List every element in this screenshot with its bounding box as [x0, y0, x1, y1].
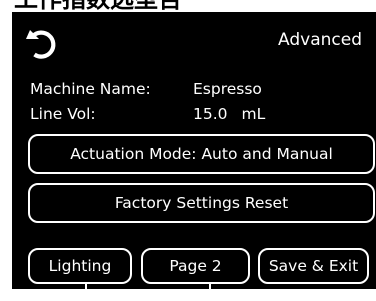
machine-name-row: Machine Name: Espresso	[30, 79, 262, 99]
device-screen: Advanced Machine Name: Espresso Line Vol:…	[12, 12, 376, 301]
back-button[interactable]	[22, 24, 62, 64]
line-vol-row: Line Vol: 15.0 mL	[30, 104, 265, 124]
lighting-label: Lighting	[48, 257, 112, 275]
page-2-button[interactable]: Page 2	[141, 248, 250, 284]
factory-settings-reset-label: Factory Settings Reset	[114, 194, 289, 212]
lighting-button[interactable]: Lighting	[28, 248, 132, 284]
machine-name-value: Espresso	[193, 80, 262, 98]
save-exit-button[interactable]: Save & Exit	[258, 248, 369, 284]
line-vol-unit: mL	[241, 105, 266, 123]
actuation-mode-label: Actuation Mode: Auto and Manual	[70, 145, 333, 163]
rotate-back-icon	[26, 30, 56, 59]
line-vol-value: 15.0	[193, 105, 228, 123]
callout-line	[209, 284, 211, 301]
machine-name-label: Machine Name:	[30, 80, 151, 98]
cropped-page-heading: 工作指数选型告	[0, 0, 376, 12]
actuation-mode-button[interactable]: Actuation Mode: Auto and Manual	[28, 134, 375, 174]
advanced-button[interactable]: Advanced	[278, 30, 362, 50]
callout-line	[85, 284, 87, 301]
line-vol-label: Line Vol:	[30, 105, 96, 123]
factory-settings-reset-button[interactable]: Factory Settings Reset	[28, 183, 375, 223]
page-2-label: Page 2	[169, 257, 222, 275]
save-exit-label: Save & Exit	[268, 257, 359, 275]
